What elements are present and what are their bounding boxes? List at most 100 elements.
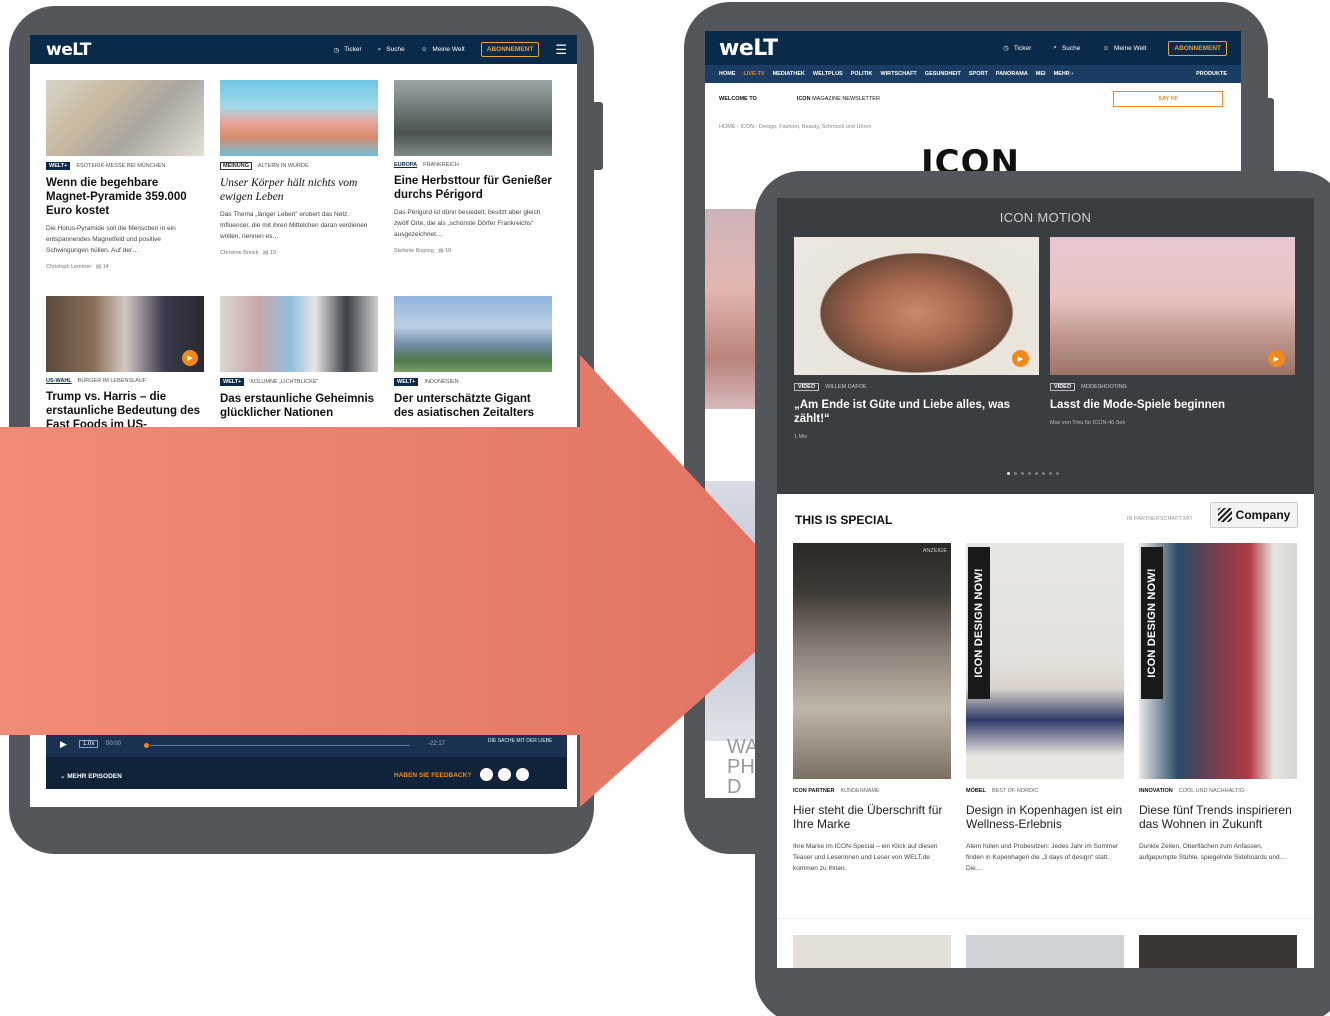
video-topic: WILLEM DAFOE: [825, 384, 867, 390]
video-thumbnail: ▶: [1050, 237, 1295, 375]
teaser-image[interactable]: [1139, 935, 1297, 968]
video-card[interactable]: ▶ VIDEO MODESHOOTING Lasst die Mode-Spiel…: [1050, 237, 1295, 426]
video-tags: VIDEO MODESHOOTING: [1050, 383, 1295, 391]
nav-item-produkte[interactable]: PRODUKTE: [1196, 71, 1227, 77]
abonnement-button[interactable]: ABONNEMENT: [480, 42, 540, 57]
special-card[interactable]: ANZEIGE ICON PARTNER KUNDENNAME Hier steh…: [793, 543, 951, 874]
special-tags: ICON PARTNER KUNDENNAME: [793, 788, 951, 794]
search-link[interactable]: ⌕ Suche: [378, 46, 405, 54]
nav-item-more[interactable]: MEHR ›: [1054, 71, 1074, 77]
welt-logo[interactable]: weLT: [46, 40, 91, 60]
video-card[interactable]: ▶ VIDEO WILLEM DAFOE „Am Ende ist Güte un…: [794, 237, 1039, 440]
comment-count: 14: [102, 264, 109, 270]
nav-item[interactable]: PANORAMA: [996, 71, 1028, 77]
abonnement-button[interactable]: ABONNEMENT: [1168, 40, 1227, 56]
carousel-dot[interactable]: [1049, 472, 1052, 475]
nav-item[interactable]: POLITIK: [851, 71, 873, 77]
video-topic: MODESHOOTING: [1081, 384, 1127, 390]
special-teaser: Ihre Marke im ICON-Special – ein Klick a…: [793, 843, 938, 872]
teaser-image[interactable]: [793, 935, 951, 968]
video-title[interactable]: Lasst die Mode-Spiele beginnen: [1050, 398, 1295, 412]
ticker-link[interactable]: ◷ Ticker: [1003, 44, 1032, 53]
topic-tag: BEST OF NORDIC: [991, 788, 1039, 794]
say-hi-button[interactable]: SAY HI!: [1113, 91, 1223, 107]
carousel-dot[interactable]: [1028, 472, 1031, 475]
special-card[interactable]: ICON DESIGN NOW! MÖBEL BEST OF NORDIC Des…: [966, 543, 1124, 874]
special-tags: INNOVATION COOL UND NACHHALTIG: [1139, 788, 1297, 794]
article-image: [220, 80, 378, 156]
welcome-label: WELCOME TO: [719, 96, 757, 102]
play-icon[interactable]: ▶: [1012, 350, 1029, 367]
ticker-label: Ticker: [1013, 44, 1032, 52]
partner-logo[interactable]: Company: [1210, 502, 1298, 528]
user-icon: ☺: [420, 46, 428, 53]
ticker-link[interactable]: ◷ Ticker: [334, 46, 362, 54]
tablet-frame-front: ICON MOTION ▶ VIDEO WILLEM DAFOE „Am Ende…: [755, 171, 1330, 1016]
newsletter-label: MAGAZINE NEWSLETTER: [812, 96, 880, 102]
transition-arrow: [0, 355, 810, 807]
comment-count: 10: [445, 248, 452, 254]
meine-welt-link[interactable]: ☺ Meine Welt: [421, 46, 465, 53]
carousel-dots[interactable]: [1007, 472, 1059, 475]
video-meta: Max von Treu für ICON 46 Sek: [1050, 420, 1126, 426]
article-card[interactable]: MEINUNG ALTERN IN WÜRDE Unser Körper hält…: [220, 80, 378, 296]
special-card[interactable]: ICON DESIGN NOW! INNOVATION COOL UND NACH…: [1139, 543, 1297, 863]
search-link[interactable]: ⌕ Suche: [1053, 44, 1080, 52]
next-row-thumbs: [793, 935, 1297, 968]
carousel-dot[interactable]: [1056, 472, 1059, 475]
meine-welt-link[interactable]: ☺ Meine Welt: [1102, 45, 1146, 52]
article-teaser: Das Périgord ist dünn besiedelt, besitzt…: [394, 209, 541, 238]
nav-item[interactable]: WIRTSCHAFT: [880, 71, 916, 77]
article-card[interactable]: WELT+ ESOTERIK-MESSE BEI MÜNCHEN Wenn die…: [46, 80, 204, 296]
nav-item[interactable]: SPORT: [969, 71, 988, 77]
play-icon[interactable]: ▶: [1268, 350, 1285, 367]
carousel-dot[interactable]: [1014, 472, 1017, 475]
nav-item[interactable]: WELTPLUS: [813, 71, 843, 77]
carousel-dot[interactable]: [1042, 472, 1045, 475]
nav-item[interactable]: HOME: [719, 71, 736, 77]
menu-icon[interactable]: ☰: [555, 43, 567, 56]
section-title: ICON MOTION: [999, 210, 1092, 225]
article-title[interactable]: Unser Körper hält nichts vom ewigen Lebe…: [220, 176, 378, 204]
nav-item[interactable]: MEDIATHEK: [773, 71, 805, 77]
nav-item-live[interactable]: LIVE-TV: [744, 71, 765, 77]
carousel-dot[interactable]: [1007, 472, 1010, 475]
welt-header: weLT ◷ Ticker ⌕ Suche ☺ Meine Welt ABONNEME…: [30, 35, 577, 64]
nav-item[interactable]: MEI: [1036, 71, 1046, 77]
special-tags: MÖBEL BEST OF NORDIC: [966, 788, 1124, 794]
video-badge: VIDEO: [794, 383, 820, 391]
ad-label: ANZEIGE: [922, 548, 947, 554]
nav-item[interactable]: GESUNDHEIT: [925, 71, 961, 77]
special-title[interactable]: Diese fünf Trends inspirieren das Wohnen…: [1139, 803, 1297, 831]
article-meta: Christine Brinck ▤ 19: [220, 250, 378, 256]
user-icon: ☺: [1102, 44, 1109, 52]
topic-tag: KUNDENNAME: [840, 788, 880, 794]
comment-count: 19: [269, 250, 276, 256]
comment-icon: ▤: [438, 248, 444, 254]
video-tags: VIDEO WILLEM DAFOE: [794, 383, 1039, 391]
special-title[interactable]: Hier steht die Überschrift für Ihre Mark…: [793, 803, 951, 831]
design-now-label: ICON DESIGN NOW!: [1141, 547, 1163, 699]
teaser-image[interactable]: [966, 935, 1124, 968]
article-tags: WELT+ ESOTERIK-MESSE BEI MÜNCHEN: [46, 162, 204, 170]
header-nav: ◷ Ticker ⌕ Suche ☺ Meine Welt ABONNEMENT ☰: [334, 42, 567, 57]
design-now-text: ICON DESIGN NOW!: [1146, 568, 1159, 678]
icon-motion-section: ICON MOTION ▶ VIDEO WILLEM DAFOE „Am Ende…: [777, 198, 1314, 494]
article-teaser: Die Horus-Pyramide soll die Menschen in …: [46, 225, 176, 254]
welt-logo[interactable]: weLT: [719, 36, 778, 61]
article-teaser: Das Thema „länger Leben“ erobert das Net…: [220, 211, 368, 240]
welt-header: weLT ◷ Ticker ⌕ Suche ☺ Meine Welt ABONNEME…: [705, 31, 1241, 65]
video-title[interactable]: „Am Ende ist Güte und Liebe alles, was z…: [794, 398, 1039, 426]
ticker-icon: ◷: [333, 46, 340, 54]
article-title[interactable]: Wenn die begehbare Magnet-Pyramide 359.0…: [46, 176, 204, 218]
ticker-icon: ◷: [1003, 45, 1009, 52]
carousel-dot[interactable]: [1021, 472, 1024, 475]
article-card[interactable]: EUROPA FRANKREICH Eine Herbsttour für Gen…: [394, 80, 552, 296]
section-nav: HOME LIVE-TV MEDIATHEK WELTPLUS POLITIK …: [705, 65, 1241, 83]
comment-icon: ▤: [95, 264, 102, 270]
special-title[interactable]: Design in Kopenhagen ist ein Wellness-Er…: [966, 803, 1124, 831]
meine-welt-label: Meine Welt: [1114, 44, 1147, 52]
carousel-dot[interactable]: [1035, 472, 1038, 475]
breadcrumb[interactable]: HOME › ICON - Design, Fashion, Beauty, S…: [719, 124, 871, 130]
article-title[interactable]: Eine Herbsttour für Genießer durchs Péri…: [394, 174, 552, 202]
